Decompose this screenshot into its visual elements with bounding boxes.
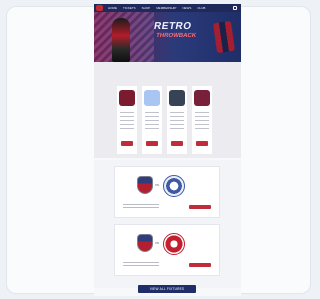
fixture-details xyxy=(123,204,159,210)
nav-item-home[interactable]: HOME xyxy=(108,4,117,12)
home-team-crest-icon xyxy=(137,176,153,194)
product-card[interactable] xyxy=(117,86,137,154)
club-logo-icon[interactable] xyxy=(96,5,103,11)
product-description xyxy=(120,112,134,130)
fixtures-section: vs vs xyxy=(94,160,241,288)
product-card[interactable] xyxy=(167,86,187,154)
hero-banner[interactable]: RETRO THROWBACK xyxy=(94,12,241,62)
product-card[interactable] xyxy=(142,86,162,154)
webpage: HOME TICKETS SHOP MEMBERSHIP NEWS CLUB R… xyxy=(94,4,241,296)
product-card[interactable] xyxy=(192,86,212,154)
product-description xyxy=(195,112,209,130)
hero-title: RETRO xyxy=(153,21,192,32)
fixture-card[interactable]: vs xyxy=(114,224,220,276)
nav-item-shop[interactable]: SHOP xyxy=(142,4,151,12)
jersey-thumbnail xyxy=(144,90,160,106)
top-navigation: HOME TICKETS SHOP MEMBERSHIP NEWS CLUB xyxy=(94,4,241,12)
hero-title-line-1: RETRO xyxy=(153,21,193,32)
product-description xyxy=(145,112,159,130)
view-all-fixtures-button[interactable]: VIEW ALL FIXTURES xyxy=(138,285,196,293)
cart-icon[interactable] xyxy=(233,6,237,10)
jersey-thumbnail xyxy=(169,90,185,106)
jersey-image xyxy=(213,20,236,54)
nav-item-club[interactable]: CLUB xyxy=(197,4,205,12)
player-photo xyxy=(112,18,130,62)
jersey-thumbnail xyxy=(194,90,210,106)
home-team-crest-icon xyxy=(137,234,153,252)
hero-subtitle: THROWBACK xyxy=(155,33,197,39)
product-description xyxy=(170,112,184,130)
fixture-card[interactable]: vs xyxy=(114,166,220,218)
away-team-crest-icon xyxy=(163,175,185,197)
products-section xyxy=(94,62,241,158)
buy-tickets-button[interactable] xyxy=(189,263,211,267)
add-to-cart-button[interactable] xyxy=(171,141,183,146)
nav-item-membership[interactable]: MEMBERSHIP xyxy=(156,4,176,12)
nav-item-tickets[interactable]: TICKETS xyxy=(123,4,136,12)
add-to-cart-button[interactable] xyxy=(146,141,158,146)
add-to-cart-button[interactable] xyxy=(121,141,133,146)
fixture-details xyxy=(123,262,159,268)
add-to-cart-button[interactable] xyxy=(196,141,208,146)
buy-tickets-button[interactable] xyxy=(189,205,211,209)
versus-label: vs xyxy=(155,240,159,245)
nav-item-news[interactable]: NEWS xyxy=(182,4,191,12)
jersey-thumbnail xyxy=(119,90,135,106)
versus-label: vs xyxy=(155,182,159,187)
away-team-crest-icon xyxy=(163,233,185,255)
